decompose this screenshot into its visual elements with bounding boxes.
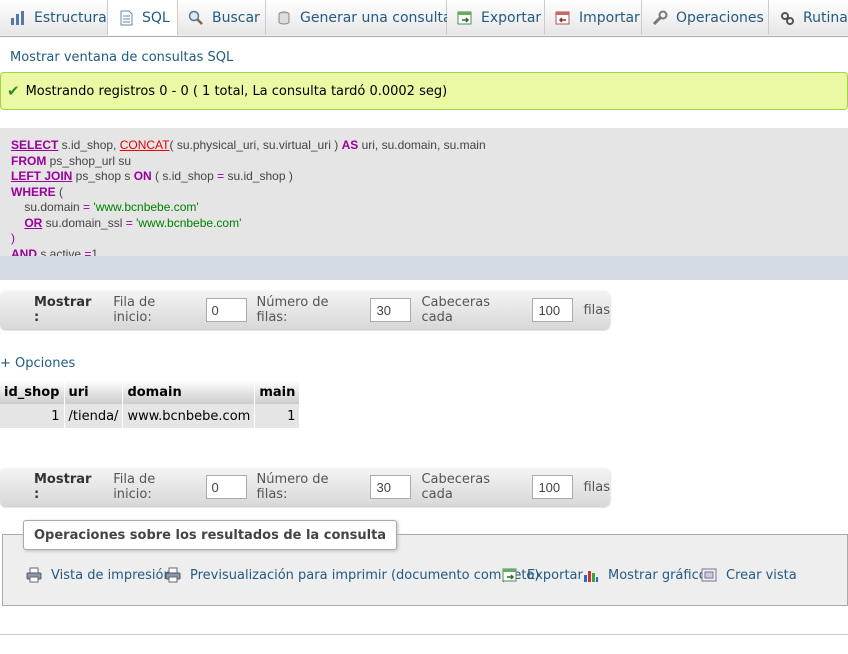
wrench-icon bbox=[652, 10, 668, 26]
print-preview-full-link[interactable]: Previsualización para imprimir (document… bbox=[165, 567, 539, 583]
export-icon bbox=[457, 10, 473, 26]
column-header[interactable]: main bbox=[254, 380, 301, 404]
rows-suffix: filas bbox=[583, 479, 610, 495]
show-sql-window-link[interactable]: Mostrar ventana de consultas SQL bbox=[10, 50, 233, 65]
tab-buscar[interactable]: Buscar bbox=[178, 0, 266, 35]
tab-generar-consulta[interactable]: Generar una consulta bbox=[266, 0, 452, 35]
tab-rutinas[interactable]: Rutinas bbox=[769, 0, 848, 35]
success-message: ✔ Mostrando registros 0 - 0 ( 1 total, L… bbox=[0, 72, 848, 110]
column-header[interactable]: id_shop bbox=[0, 380, 65, 404]
table-cell[interactable]: /tienda/ bbox=[64, 404, 124, 428]
tab-operaciones[interactable]: Operaciones bbox=[642, 0, 769, 35]
tab-estructura[interactable]: Estructura bbox=[0, 0, 108, 35]
tab-bar: Estructura SQL Buscar Generar una consul… bbox=[0, 0, 848, 37]
bottom-divider bbox=[0, 634, 848, 635]
rows-suffix: filas bbox=[583, 302, 610, 318]
routines-icon bbox=[779, 10, 795, 26]
start-row-label: Fila de inicio: bbox=[113, 295, 156, 325]
table-cell[interactable]: 1 bbox=[254, 404, 301, 428]
rows-count-label: Número de filas: bbox=[256, 295, 329, 325]
column-header[interactable]: uri bbox=[64, 380, 124, 404]
results-table: id_shop uri domain main 1 /tienda/ www.b… bbox=[0, 380, 301, 428]
view-icon bbox=[701, 567, 717, 583]
headers-every-input[interactable]: 100 bbox=[532, 298, 574, 322]
sql-query-box: SELECT s.id_shop, CONCAT( su.physical_ur… bbox=[0, 128, 848, 280]
tab-sql[interactable]: SQL bbox=[108, 0, 178, 36]
check-icon: ✔ bbox=[7, 82, 20, 100]
show-label: Mostrar : bbox=[34, 472, 92, 502]
show-label: Mostrar : bbox=[34, 295, 92, 325]
success-text: Mostrando registros 0 - 0 ( 1 total, La … bbox=[25, 83, 448, 99]
headers-every-label: Cabeceras cada bbox=[421, 472, 490, 502]
table-cell[interactable]: 1 bbox=[0, 404, 65, 428]
query-icon bbox=[276, 10, 292, 26]
sql-box-footer bbox=[0, 256, 848, 280]
start-row-label: Fila de inicio: bbox=[113, 472, 156, 502]
table-header-row: id_shop uri domain main bbox=[0, 380, 301, 404]
search-icon bbox=[188, 10, 204, 26]
rows-count-input[interactable]: 30 bbox=[370, 298, 412, 322]
options-link[interactable]: + Opciones bbox=[0, 356, 75, 371]
column-header[interactable]: domain bbox=[122, 380, 256, 404]
navigation-bar-top: Mostrar : Fila de inicio: 0 Número de fi… bbox=[0, 291, 610, 329]
headers-every-label: Cabeceras cada bbox=[421, 295, 490, 325]
sql-keyword: SELECT bbox=[11, 138, 59, 152]
structure-icon bbox=[10, 10, 26, 26]
table-cell[interactable]: www.bcnbebe.com bbox=[122, 404, 256, 428]
operations-legend: Operaciones sobre los resultados de la c… bbox=[23, 520, 398, 550]
print-icon bbox=[26, 567, 42, 583]
chart-icon bbox=[583, 567, 599, 583]
rows-count-input[interactable]: 30 bbox=[370, 475, 412, 499]
create-view-link[interactable]: Crear vista bbox=[701, 567, 797, 583]
show-chart-link[interactable]: Mostrar gráfico bbox=[583, 567, 707, 583]
start-row-input[interactable]: 0 bbox=[205, 298, 247, 322]
sql-function: CONCAT bbox=[119, 138, 170, 152]
print-view-link[interactable]: Vista de impresión bbox=[26, 567, 172, 583]
tab-exportar[interactable]: Exportar bbox=[447, 0, 545, 35]
tab-importar[interactable]: Importar bbox=[545, 0, 642, 35]
navigation-bar-bottom: Mostrar : Fila de inicio: 0 Número de fi… bbox=[0, 468, 610, 506]
sql-query-code[interactable]: SELECT s.id_shop, CONCAT( su.physical_ur… bbox=[11, 138, 841, 256]
start-row-input[interactable]: 0 bbox=[205, 475, 247, 499]
export-icon bbox=[502, 567, 518, 583]
print-preview-icon bbox=[165, 567, 181, 583]
table-row[interactable]: 1 /tienda/ www.bcnbebe.com 1 bbox=[0, 404, 301, 428]
import-icon bbox=[555, 10, 571, 26]
sql-icon bbox=[118, 10, 134, 26]
headers-every-input[interactable]: 100 bbox=[532, 475, 574, 499]
export-link[interactable]: Exportar bbox=[502, 567, 583, 583]
rows-count-label: Número de filas: bbox=[256, 472, 329, 502]
